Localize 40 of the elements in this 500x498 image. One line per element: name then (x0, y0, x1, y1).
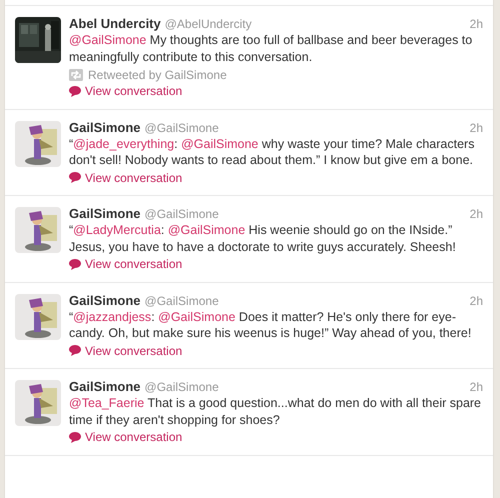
view-conversation-link[interactable]: View conversation (69, 257, 182, 271)
mention-link[interactable]: @GailSimone (69, 33, 146, 47)
retweeted-by-label: Retweeted by GailSimone (88, 68, 227, 82)
user-handle: @GailSimone (144, 207, 219, 221)
tweet-time[interactable]: 2h (470, 207, 483, 221)
mention-link[interactable]: @Tea_Faerie (69, 396, 144, 410)
tweet-text: “@jade_everything: @GailSimone why waste your time? Male characters don't sell! Nobody wants to read about them.” I know but give em a bone. (69, 136, 476, 168)
mention-link[interactable]: @GailSimone (168, 223, 246, 237)
mention-link[interactable]: @jazzandjess (73, 310, 152, 324)
mention-link[interactable]: @GailSimone (181, 136, 258, 150)
view-conversation-link[interactable]: View conversation (69, 170, 182, 184)
view-conversation-link[interactable]: View conversation (69, 430, 182, 444)
tweet-text: @Tea_Faerie That is a good question...what do men do with all their spare time if they aren't shopping for shoes? (69, 395, 482, 428)
tweet-text: “@LadyMercutia: @GailSimone His weenie should go on the INside.” Jesus, you have to have a doctorate to write guys accurately. Sheesh! (69, 222, 457, 255)
view-conversation-link[interactable]: View conversation (69, 344, 182, 358)
user-handle: @GailSimone (144, 294, 219, 308)
retweet-icon (69, 69, 83, 81)
user-name[interactable]: GailSimone (69, 379, 141, 394)
speech-bubble-icon (69, 86, 81, 96)
mention-link[interactable]: @LadyMercutia (73, 223, 161, 237)
tweet-time[interactable]: 2h (470, 294, 483, 308)
tweet-time[interactable]: 2h (470, 120, 483, 134)
view-conversation-link[interactable]: View conversation (69, 84, 182, 98)
user-name[interactable]: Abel Undercity (69, 16, 161, 31)
tweet-time[interactable]: 2h (470, 17, 483, 31)
mention-link[interactable]: @jade_everything (73, 136, 174, 150)
tweet-time[interactable]: 2h (470, 380, 483, 394)
mention-link[interactable]: @GailSimone (158, 310, 236, 324)
tweet-text: “@jazzandjess: @GailSimone Does it matter? He's only there for eye-candy. Oh, but make sure his weenus is huge!” Way ahead of you, there! (69, 308, 472, 342)
user-name[interactable]: GailSimone (69, 292, 141, 308)
user-handle: @AbelUndercity (164, 17, 252, 31)
user-handle: @GailSimone (144, 380, 219, 394)
user-name[interactable]: GailSimone (69, 206, 141, 221)
speech-bubble-icon (69, 258, 81, 270)
user-name[interactable]: GailSimone (69, 120, 141, 134)
tweet-text: @GailSimone My thoughts are too full of ballbase and beer beverages to meaningfully contribute to this conversation. (69, 32, 474, 65)
speech-bubble-icon (69, 345, 81, 356)
user-handle: @GailSimone (144, 120, 219, 134)
speech-bubble-icon (69, 432, 81, 442)
speech-bubble-icon (69, 172, 81, 183)
